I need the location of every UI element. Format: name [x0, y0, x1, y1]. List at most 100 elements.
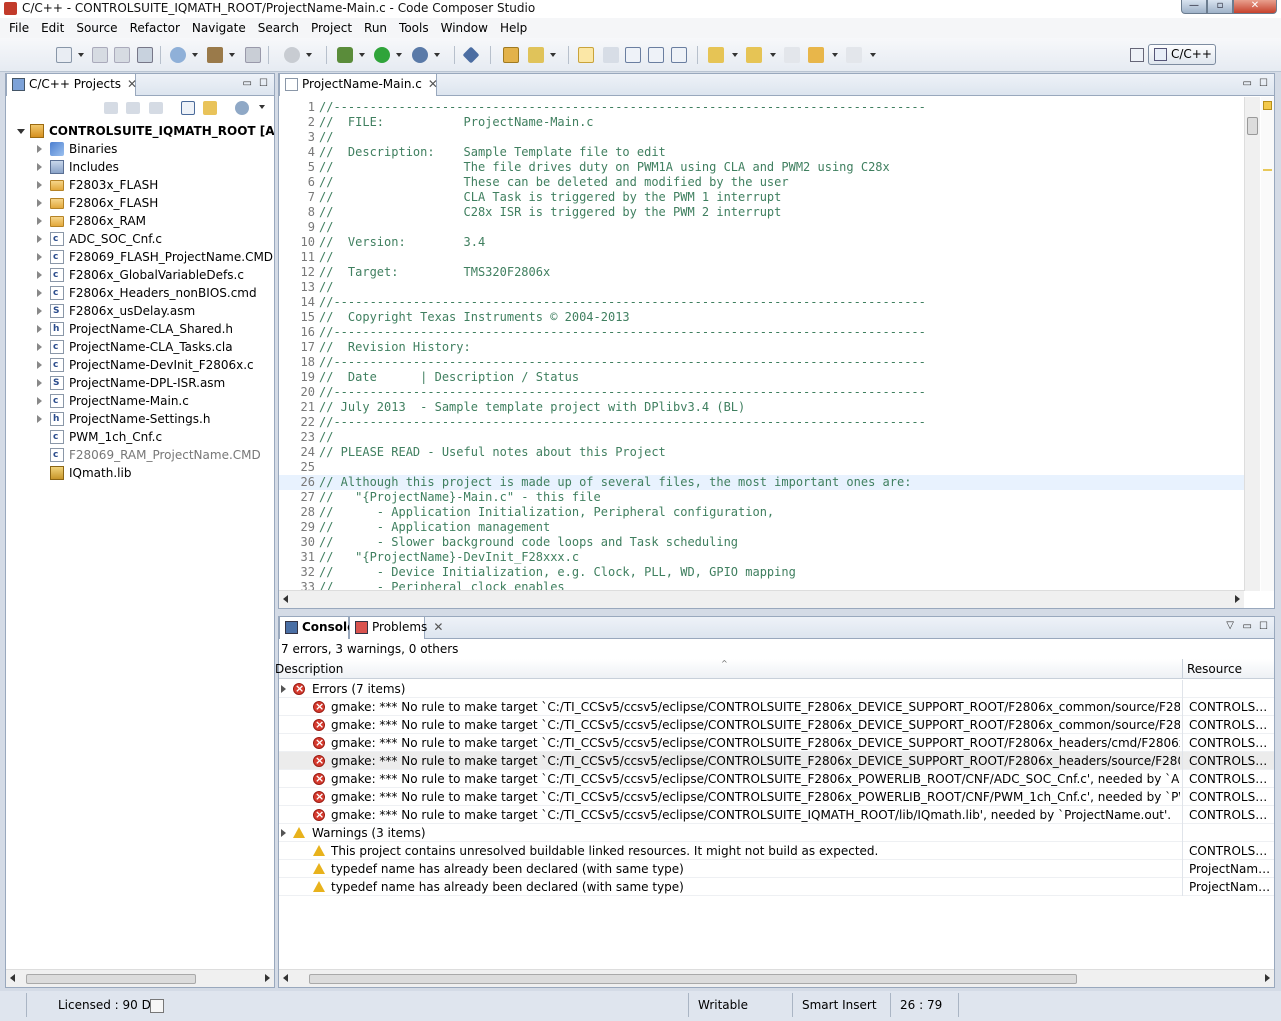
code-editor[interactable]: 1 //-------------------------------------… — [279, 97, 1244, 591]
save-all-icon[interactable] — [114, 47, 130, 63]
minimize-button[interactable]: — — [1181, 0, 1207, 14]
scroll-thumb[interactable] — [1247, 117, 1258, 135]
scroll-left-icon[interactable] — [10, 974, 15, 982]
tree-item[interactable]: F28069_FLASH_ProjectName.CMD — [6, 248, 274, 266]
expand-arrow-icon[interactable] — [37, 199, 42, 207]
scroll-right-icon[interactable] — [1235, 595, 1240, 603]
menu-tools[interactable]: Tools — [393, 21, 435, 35]
tree-item[interactable]: ProjectName-DPL-ISR.asm — [6, 374, 274, 392]
problem-row[interactable]: typedef name has already been declared (… — [279, 878, 1274, 896]
problem-row[interactable]: gmake: *** No rule to make target `C:/TI… — [279, 752, 1274, 770]
external-tools-icon[interactable] — [284, 47, 300, 63]
column-divider[interactable] — [1182, 659, 1183, 679]
tree-item[interactable]: F2803x_FLASH — [6, 176, 274, 194]
view-menu-icon[interactable] — [259, 105, 265, 109]
mark-occurrences-icon[interactable] — [578, 47, 594, 63]
tree-item[interactable]: F2806x_Headers_nonBIOS.cmd — [6, 284, 274, 302]
problem-group-row[interactable]: Errors (7 items) — [279, 680, 1274, 698]
problem-row[interactable]: typedef name has already been declared (… — [279, 860, 1274, 878]
scroll-thumb[interactable] — [26, 974, 196, 984]
link-with-editor-icon[interactable] — [203, 101, 217, 115]
run-icon[interactable] — [374, 47, 390, 63]
search-dropdown-icon[interactable] — [550, 53, 556, 57]
back-nav-icon[interactable] — [104, 102, 118, 114]
forward-nav-icon[interactable] — [126, 102, 140, 114]
tree-item[interactable]: ProjectName-CLA_Shared.h — [6, 320, 274, 338]
problem-row[interactable]: gmake: *** No rule to make target `C:/TI… — [279, 734, 1274, 752]
open-type-icon[interactable] — [503, 47, 519, 63]
scroll-left-icon[interactable] — [283, 974, 288, 982]
filter-icon[interactable] — [235, 101, 249, 115]
build-dropdown-icon[interactable] — [229, 53, 235, 57]
next-annotation-icon[interactable] — [708, 47, 724, 63]
scroll-left-icon[interactable] — [283, 595, 288, 603]
profile-dropdown-icon[interactable] — [434, 53, 440, 57]
perspective-button[interactable]: C/C++ — [1148, 44, 1216, 65]
explorer-hscrollbar[interactable] — [6, 969, 274, 987]
tree-item[interactable]: IQmath.lib — [6, 464, 274, 482]
tree-item[interactable]: F2806x_FLASH — [6, 194, 274, 212]
column-description[interactable]: Description — [275, 662, 343, 676]
expand-arrow-icon[interactable] — [281, 685, 286, 693]
expand-arrow-icon[interactable] — [37, 145, 42, 153]
minimize-view-icon[interactable]: ▭ — [243, 78, 252, 89]
maximize-button[interactable]: ▫ — [1207, 0, 1233, 14]
profile-icon[interactable] — [412, 47, 428, 63]
minimize-view-icon[interactable]: ▭ — [1243, 78, 1252, 89]
problem-row[interactable]: gmake: *** No rule to make target `C:/TI… — [279, 770, 1274, 788]
expand-arrow-icon[interactable] — [37, 271, 42, 279]
tree-item[interactable]: ProjectName-Main.c — [6, 392, 274, 410]
print-icon[interactable] — [137, 47, 153, 63]
tree-item[interactable]: F2806x_GlobalVariableDefs.c — [6, 266, 274, 284]
problem-row[interactable]: This project contains unresolved buildab… — [279, 842, 1274, 860]
forward-dropdown-icon[interactable] — [870, 53, 876, 57]
expand-arrow-icon[interactable] — [37, 325, 42, 333]
tree-item[interactable]: PWM_1ch_Cnf.c — [6, 428, 274, 446]
close-tab-icon[interactable]: ✕ — [433, 620, 443, 634]
open-perspective-icon[interactable] — [1130, 48, 1144, 62]
expand-arrow-icon[interactable] — [37, 397, 42, 405]
problems-hscrollbar[interactable] — [279, 969, 1274, 987]
tab-console[interactable]: Console — [279, 617, 355, 639]
menu-edit[interactable]: Edit — [35, 21, 70, 35]
search-icon[interactable] — [528, 47, 544, 63]
menu-refactor[interactable]: Refactor — [124, 21, 186, 35]
scroll-thumb[interactable] — [309, 974, 1077, 984]
close-tab-icon[interactable]: ✕ — [127, 77, 137, 91]
debug-icon[interactable] — [337, 47, 353, 63]
paragraph-icon[interactable] — [648, 47, 664, 63]
back-dropdown-icon[interactable] — [832, 53, 838, 57]
expand-arrow-icon[interactable] — [37, 343, 42, 351]
expand-arrow-icon[interactable] — [281, 829, 286, 837]
menu-help[interactable]: Help — [494, 21, 533, 35]
tree-item[interactable]: Includes — [6, 158, 274, 176]
tab-problems[interactable]: Problems ✕ — [349, 617, 443, 639]
problem-row[interactable]: gmake: *** No rule to make target `C:/TI… — [279, 716, 1274, 734]
expand-arrow-icon[interactable] — [37, 163, 42, 171]
tree-item[interactable]: ADC_SOC_Cnf.c — [6, 230, 274, 248]
forward-icon[interactable] — [846, 47, 862, 63]
external-tools-dropdown-icon[interactable] — [306, 53, 312, 57]
annotation-marker[interactable] — [1263, 169, 1272, 171]
pin-icon[interactable] — [462, 46, 480, 64]
tree-item[interactable]: ProjectName-DevInit_F2806x.c — [6, 356, 274, 374]
quick-access-icon[interactable] — [150, 999, 164, 1013]
toggle-block-icon[interactable] — [603, 47, 619, 63]
expand-arrow-icon[interactable] — [37, 361, 42, 369]
previous-annotation-icon[interactable] — [746, 47, 762, 63]
previous-annotation-dropdown-icon[interactable] — [770, 53, 776, 57]
target-icon[interactable] — [245, 47, 261, 63]
new-icon[interactable] — [56, 47, 72, 63]
maximize-view-icon[interactable]: ☐ — [259, 78, 268, 89]
tree-item[interactable]: F2806x_usDelay.asm — [6, 302, 274, 320]
tree-item[interactable]: CONTROLSUITE_IQMATH_ROOT [Active — [6, 122, 274, 140]
menu-source[interactable]: Source — [70, 21, 123, 35]
menu-project[interactable]: Project — [305, 21, 358, 35]
problem-row[interactable]: gmake: *** No rule to make target `C:/TI… — [279, 788, 1274, 806]
new-dropdown-icon[interactable] — [78, 53, 84, 57]
split-editor-icon[interactable] — [671, 47, 687, 63]
tree-item[interactable]: F2806x_RAM — [6, 212, 274, 230]
warning-marker-icon[interactable] — [1263, 101, 1272, 110]
build-config-dropdown-icon[interactable] — [192, 53, 198, 57]
minimize-view-icon[interactable]: ▭ — [1243, 621, 1252, 632]
